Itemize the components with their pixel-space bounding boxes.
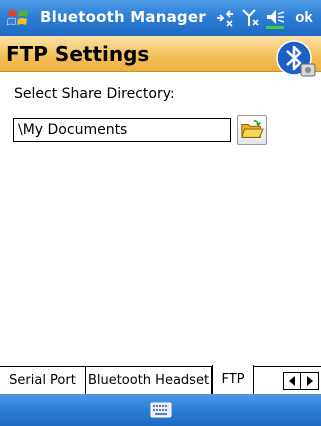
tab-bar: Serial Port Bluetooth Headset FTP bbox=[0, 365, 321, 395]
tab-scroll-control bbox=[283, 372, 319, 390]
bluetooth-icon bbox=[276, 40, 316, 77]
tab-scroll-right-button[interactable] bbox=[301, 373, 318, 389]
title-bar: Bluetooth Manager ok bbox=[0, 0, 321, 36]
browse-folder-button[interactable] bbox=[237, 115, 267, 145]
tab-bluetooth-headset[interactable]: Bluetooth Headset bbox=[86, 367, 212, 394]
arrow-left-icon bbox=[289, 376, 295, 386]
tab-scroll-left-button[interactable] bbox=[284, 373, 301, 389]
share-directory-input[interactable] bbox=[13, 118, 231, 142]
windows-start-icon[interactable] bbox=[6, 6, 32, 30]
keyboard-icon[interactable] bbox=[150, 400, 172, 420]
volume-icon[interactable] bbox=[264, 6, 286, 30]
connectivity-icon[interactable] bbox=[214, 6, 236, 30]
share-directory-label: Select Share Directory: bbox=[14, 86, 175, 102]
signal-icon[interactable] bbox=[240, 6, 262, 30]
arrow-right-icon bbox=[307, 376, 313, 386]
page-title: FTP Settings bbox=[6, 42, 150, 66]
ok-button[interactable]: ok bbox=[290, 7, 318, 29]
tab-ftp[interactable]: FTP bbox=[212, 365, 254, 395]
app-title: Bluetooth Manager bbox=[40, 8, 206, 26]
folder-open-icon bbox=[241, 120, 264, 138]
page-header: FTP Settings bbox=[0, 36, 321, 72]
tab-serial-port[interactable]: Serial Port bbox=[0, 367, 86, 394]
menu-bar bbox=[0, 394, 321, 426]
